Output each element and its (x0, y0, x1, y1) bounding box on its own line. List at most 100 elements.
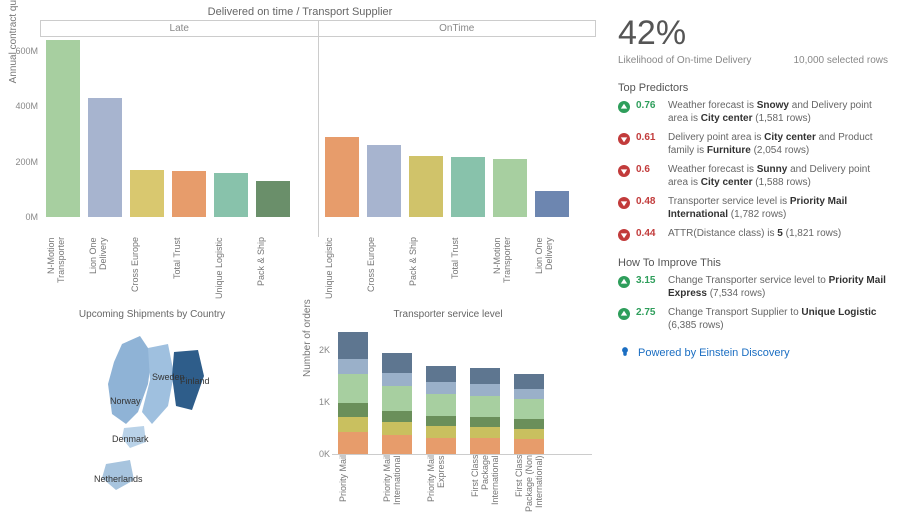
predictor-value: 0.44 (636, 228, 662, 241)
predictor-text: ATTR(Distance class) is 5 (1,821 rows) (668, 228, 888, 241)
main-chart-xlabels: N-Motion TransporterLion One DeliveryCro… (40, 237, 596, 301)
stack-bar-2[interactable] (426, 366, 456, 454)
bar-late-1[interactable] (88, 98, 122, 217)
powered-by-text: Powered by Einstein Discovery (638, 347, 790, 359)
stack-bar-3[interactable] (470, 368, 500, 454)
predictor-text: Change Transport Supplier to Unique Logi… (668, 307, 888, 332)
ytick: 400M (15, 101, 38, 111)
ytick: 600M (15, 46, 38, 56)
stack-title: Transporter service level (304, 309, 592, 320)
stack-seg (382, 373, 412, 386)
label-finland: Finland (180, 376, 210, 386)
left-panel: Delivered on time / Transport Supplier L… (0, 0, 600, 514)
stack-seg (338, 403, 368, 417)
improvements-item-0[interactable]: 3.15Change Transporter service level to … (618, 275, 888, 300)
stack-bar-4[interactable] (514, 374, 544, 454)
stack-seg (426, 426, 456, 438)
predictors-item-4[interactable]: 0.44 ATTR(Distance class) is 5 (1,821 row… (618, 228, 888, 241)
stack-chart[interactable]: 0K1K2K (332, 324, 592, 455)
xlabel: Cross Europe (130, 237, 164, 301)
stack-seg (382, 422, 412, 435)
label-netherlands: Netherlands (94, 474, 143, 484)
improvements-item-1[interactable]: 2.75Change Transport Supplier to Unique … (618, 307, 888, 332)
stack-seg (514, 429, 544, 440)
arrow-down-icon (618, 165, 630, 177)
stack-seg (338, 432, 368, 454)
stack-seg (470, 368, 500, 384)
predictor-text: Weather forecast is Sunny and Delivery p… (668, 164, 888, 189)
bar-late-5[interactable] (256, 181, 290, 217)
arrow-down-icon (618, 197, 630, 209)
arrow-up-icon (618, 308, 630, 320)
stack-seg (514, 399, 544, 418)
xlabel: Lion One Delivery (534, 237, 568, 301)
stack-panel[interactable]: Transporter service level Number of orde… (300, 305, 596, 515)
predictor-value: 0.61 (636, 132, 662, 145)
likelihood-percent: 42% (618, 14, 888, 53)
bar-late-2[interactable] (130, 170, 164, 217)
stack-seg (470, 417, 500, 427)
powered-by[interactable]: Powered by Einstein Discovery (618, 346, 888, 360)
map-panel[interactable]: Upcoming Shipments by Country Sweden Fin… (4, 305, 300, 515)
stack-seg (426, 416, 456, 427)
selected-rows: 10,000 selected rows (793, 55, 888, 66)
xlabel: Pack & Ship (408, 237, 442, 301)
predictors-item-3[interactable]: 0.48 Transporter service level is Priorit… (618, 196, 888, 221)
xlabel: Unique Logistic (214, 237, 248, 301)
xlabel: Lion One Delivery (88, 237, 122, 301)
stack-ytick: 0K (319, 449, 330, 459)
xlabel: Total Trust (172, 237, 206, 301)
bar-ontime-5[interactable] (535, 191, 569, 217)
group-ontime: OnTime (318, 20, 597, 36)
stack-seg (382, 386, 412, 411)
bar-ontime-2[interactable] (409, 156, 443, 217)
stack-seg (470, 396, 500, 417)
stack-seg (514, 374, 544, 389)
predictor-text: Delivery point area is City center and P… (668, 132, 888, 157)
improve-title: How To Improve This (618, 257, 888, 269)
stack-ytick: 2K (319, 345, 330, 355)
stack-seg (470, 438, 500, 454)
bar-late-4[interactable] (214, 173, 248, 217)
stack-yticks: 0K1K2K (306, 324, 330, 454)
predictor-value: 0.76 (636, 100, 662, 113)
label-norway: Norway (110, 396, 141, 406)
predictors-item-2[interactable]: 0.6Weather forecast is Sunny and Deliver… (618, 164, 888, 189)
stack-seg (426, 366, 456, 383)
bar-ontime-1[interactable] (367, 145, 401, 217)
stack-seg (514, 419, 544, 429)
bar-ontime-4[interactable] (493, 159, 527, 217)
xlabel: N-Motion Transporter (492, 237, 526, 301)
predictors-item-0[interactable]: 0.76Weather forecast is Snowy and Delive… (618, 100, 888, 125)
stack-seg (514, 439, 544, 454)
stack-seg (382, 435, 412, 454)
top-predictors-title: Top Predictors (618, 82, 888, 94)
bar-late-3[interactable] (172, 171, 206, 217)
predictors-item-1[interactable]: 0.61 Delivery point area is City center a… (618, 132, 888, 157)
predictor-text: Transporter service level is Priority Ma… (668, 196, 888, 221)
improvements-list: 3.15Change Transporter service level to … (618, 275, 888, 332)
xlabel: Total Trust (450, 237, 484, 301)
lower-row: Upcoming Shipments by Country Sweden Fin… (4, 305, 596, 515)
stack-bar-1[interactable] (382, 353, 412, 454)
stack-seg (338, 417, 368, 433)
bar-late-0[interactable] (46, 40, 80, 217)
stack-ytick: 1K (319, 397, 330, 407)
nordics-map[interactable]: Sweden Finland Norway Denmark Netherland… (8, 324, 296, 504)
main-chart[interactable]: Annual contract quantity 0M200M400M600M (40, 37, 596, 237)
arrow-down-icon (618, 229, 630, 241)
predictors-list: 0.76Weather forecast is Snowy and Delive… (618, 100, 888, 241)
bar-ontime-0[interactable] (325, 137, 359, 217)
group-late: Late (40, 20, 318, 36)
predictor-value: 0.48 (636, 196, 662, 209)
ytick: 200M (15, 157, 38, 167)
xlabel: Cross Europe (366, 237, 400, 301)
stack-seg (470, 427, 500, 438)
arrow-up-icon (618, 101, 630, 113)
map-title: Upcoming Shipments by Country (8, 309, 296, 320)
arrow-down-icon (618, 133, 630, 145)
predictor-value: 3.15 (636, 275, 662, 288)
stack-bar-0[interactable] (338, 332, 368, 454)
main-chart-group-headers: Late OnTime (40, 20, 596, 37)
bar-ontime-3[interactable] (451, 157, 485, 217)
